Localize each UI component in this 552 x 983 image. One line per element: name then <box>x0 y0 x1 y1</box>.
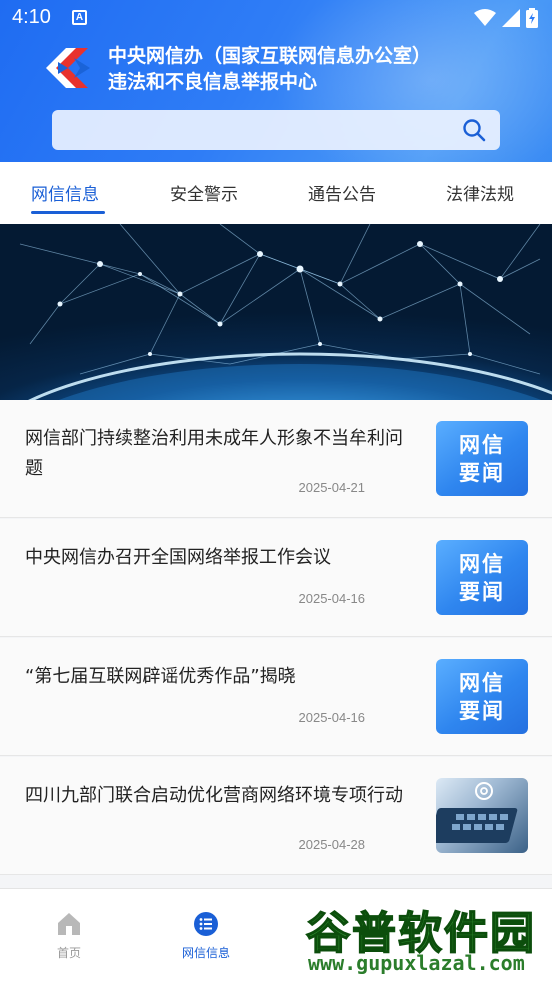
news-thumbnail <box>436 778 528 853</box>
news-date: 2025-04-16 <box>298 591 366 606</box>
active-tab-indicator <box>31 211 105 214</box>
news-title: 网信部门持续整治利用未成年人形象不当牟利问题 <box>25 428 403 479</box>
news-item[interactable]: 网信部门持续整治利用未成年人形象不当牟利问题 2025-04-21 网信 要闻 <box>0 400 552 518</box>
nav-home-label: 首页 <box>56 946 81 960</box>
category-tabs: 网信信息 安全警示 通告公告 法律法规 <box>0 162 552 224</box>
home-icon <box>58 913 80 935</box>
badge-line2: 要闻 <box>459 461 505 485</box>
notification-icon: A <box>72 10 87 25</box>
network-globe-graphic <box>19 224 552 400</box>
news-category-badge: 网信 要闻 <box>436 659 528 734</box>
tab-security-warning[interactable]: 安全警示 <box>170 180 238 205</box>
news-date: 2025-04-16 <box>298 710 366 725</box>
news-category-badge: 网信 要闻 <box>436 540 528 615</box>
nav-wangxin-info-label: 网信信息 <box>181 946 230 960</box>
news-date: 2025-04-21 <box>298 480 366 495</box>
logo-icon <box>46 48 90 88</box>
header-title-line2: 违法和不良信息举报中心 <box>108 71 318 93</box>
news-title: 中央网信办召开全国网络举报工作会议 <box>25 547 331 568</box>
search-icon[interactable] <box>462 118 486 142</box>
banner-image[interactable] <box>0 224 552 400</box>
badge-line2: 要闻 <box>459 580 505 604</box>
tab-wangxin-info[interactable]: 网信信息 <box>31 180 99 205</box>
tab-notices[interactable]: 通告公告 <box>308 180 376 205</box>
nav-wangxin-info[interactable]: 网信信息 <box>166 911 246 961</box>
news-category-badge: 网信 要闻 <box>436 421 528 496</box>
badge-line1: 网信 <box>459 671 505 695</box>
search-bar[interactable] <box>52 110 500 150</box>
list-icon <box>194 912 218 936</box>
wifi-icon <box>474 9 496 26</box>
signal-icon <box>502 9 520 27</box>
status-icons <box>474 7 538 29</box>
badge-line1: 网信 <box>459 433 505 457</box>
header-title-line1: 中央网信办（国家互联网信息办公室） <box>108 45 432 67</box>
status-time: 4:10 <box>12 6 51 28</box>
badge-line2: 要闻 <box>459 699 505 723</box>
watermark: 谷普软件园 www.gupuxlazal.com <box>300 895 552 980</box>
tab-laws[interactable]: 法律法规 <box>446 180 514 205</box>
nav-home[interactable]: 首页 <box>29 911 109 961</box>
news-date: 2025-04-28 <box>298 837 366 852</box>
news-item[interactable]: “第七届互联网辟谣优秀作品”揭晓 2025-04-16 网信 要闻 <box>0 638 552 756</box>
news-title: “第七届互联网辟谣优秀作品”揭晓 <box>25 666 296 687</box>
app-header: 4:10 A 中央网信办（国家互联网信息办公室） 违法和不良信息举报中心 <box>0 0 552 162</box>
news-item[interactable]: 中央网信办召开全国网络举报工作会议 2025-04-16 网信 要闻 <box>0 519 552 637</box>
news-title: 四川九部门联合启动优化营商网络环境专项行动 <box>25 785 403 806</box>
status-bar: 4:10 A <box>0 0 552 36</box>
watermark-url: www.gupuxlazal.com <box>308 951 525 975</box>
battery-icon <box>526 8 538 28</box>
news-item[interactable]: 四川九部门联合启动优化营商网络环境专项行动 2025-04-28 <box>0 757 552 875</box>
keyboard-image <box>436 782 518 843</box>
header-title: 中央网信办（国家互联网信息办公室） 违法和不良信息举报中心 <box>108 43 431 95</box>
search-input[interactable] <box>64 110 454 150</box>
badge-line1: 网信 <box>459 552 505 576</box>
